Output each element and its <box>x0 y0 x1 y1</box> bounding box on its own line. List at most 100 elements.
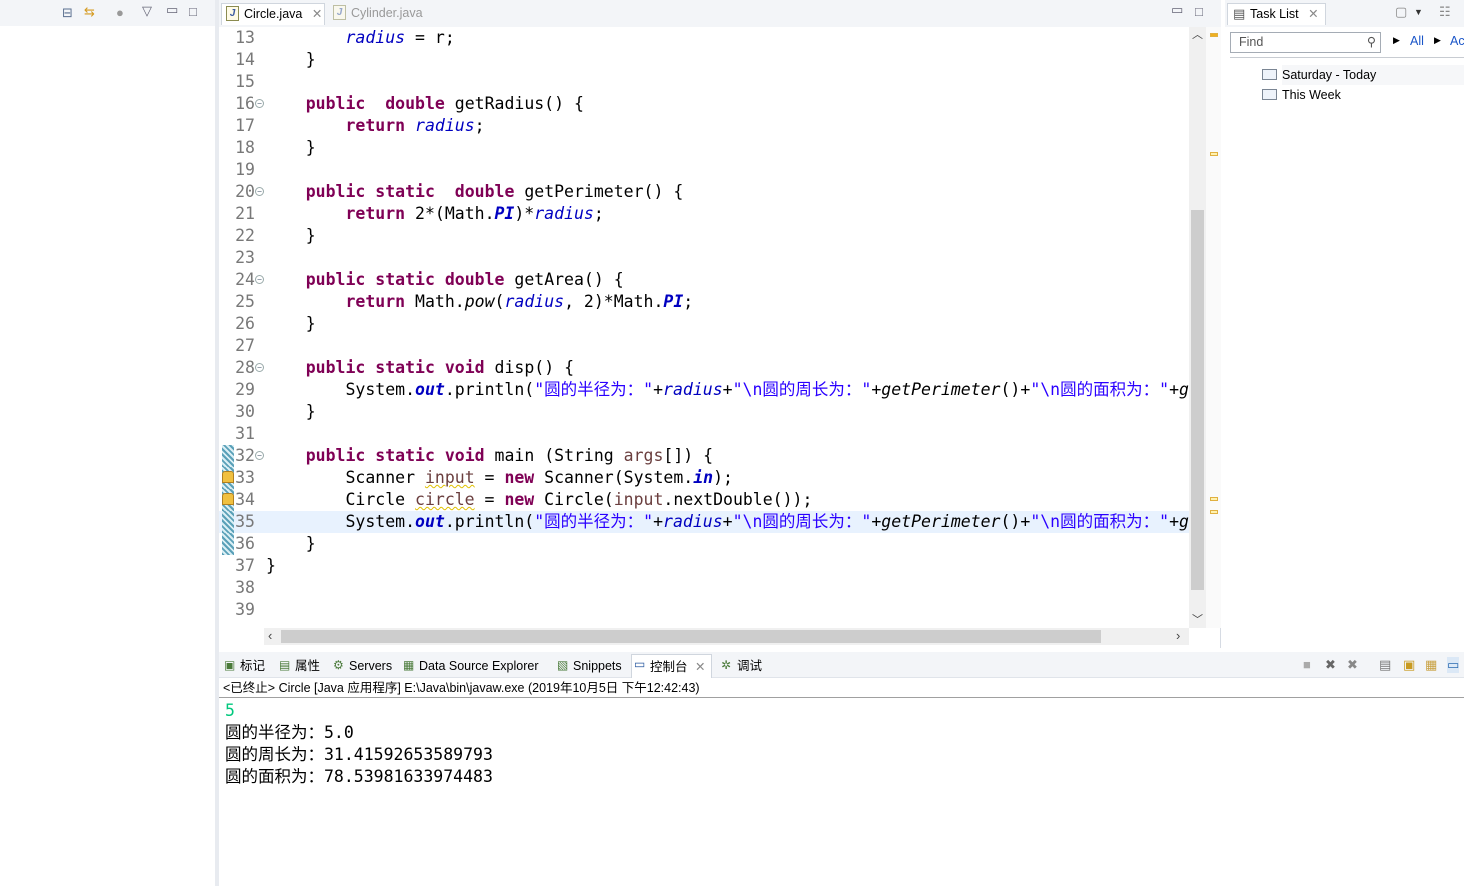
task-group-today[interactable]: Saturday - Today <box>1262 65 1464 85</box>
filter-icon[interactable]: ● <box>116 5 124 21</box>
expand-icon: ▶ <box>1393 35 1400 45</box>
code-text: Scanner input = new Scanner(System.in); <box>266 467 732 489</box>
code-line[interactable]: 20− public static double getPerimeter() … <box>219 181 1189 203</box>
task-list-pane: ▤ Task List ✕ ▢ ▼ ☷ Find ⚲ ▶ All ▶ Ac Sa… <box>1225 0 1464 648</box>
fold-toggle-icon[interactable]: − <box>255 363 264 372</box>
code-line[interactable]: 17 return radius; <box>219 115 1189 137</box>
tab-servers[interactable]: ⚙ Servers <box>331 656 392 676</box>
link-with-editor-icon[interactable]: ⇆ <box>84 4 95 20</box>
occurrence-marker[interactable] <box>1210 152 1218 156</box>
tab-markers[interactable]: ▣ 标记 <box>222 656 265 676</box>
close-icon[interactable]: ✕ <box>1308 7 1318 21</box>
remove-all-terminated-icon[interactable]: ✖ <box>1347 657 1358 673</box>
fold-toggle-icon[interactable]: − <box>255 275 264 284</box>
code-line[interactable]: 32− public static void main (String args… <box>219 445 1189 467</box>
collapse-all-icon[interactable]: ⊟ <box>62 5 73 21</box>
vertical-scroll-thumb[interactable] <box>1191 210 1204 590</box>
tab-debug[interactable]: ✲ 调试 <box>719 656 762 676</box>
code-line[interactable]: 33 Scanner input = new Scanner(System.in… <box>219 467 1189 489</box>
line-number: 17 <box>235 116 255 135</box>
code-line[interactable]: 34 Circle circle = new Circle(input.next… <box>219 489 1189 511</box>
code-line[interactable]: 29 System.out.println("圆的半径为："+radius+"\… <box>219 379 1189 401</box>
horizontal-scroll-thumb[interactable] <box>281 630 1101 643</box>
minimize-icon[interactable]: ▭ <box>166 2 178 18</box>
fold-toggle-icon[interactable]: − <box>255 187 264 196</box>
word-wrap-icon[interactable]: ▦ <box>1425 657 1437 673</box>
code-line[interactable]: 26 } <box>219 313 1189 335</box>
dropdown-icon[interactable]: ▼ <box>1414 4 1423 20</box>
code-line[interactable]: 30 } <box>219 401 1189 423</box>
code-line[interactable]: 31 <box>219 423 1189 445</box>
fold-toggle-icon[interactable]: − <box>255 99 264 108</box>
code-line[interactable]: 28− public static void disp() { <box>219 357 1189 379</box>
code-token: + <box>1169 512 1179 531</box>
clear-console-icon[interactable]: ▤ <box>1379 657 1391 673</box>
code-line[interactable]: 21 return 2*(Math.PI)*radius; <box>219 203 1189 225</box>
code-token: + <box>653 380 664 399</box>
task-find-input[interactable]: Find ⚲ <box>1230 32 1381 53</box>
tab-snippets[interactable]: ▧ Snippets <box>555 656 622 676</box>
code-text: public static double getArea() { <box>266 269 624 291</box>
code-line[interactable]: 39 <box>219 599 1189 621</box>
code-line[interactable]: 35 System.out.println("圆的半径为："+radius+"\… <box>219 511 1189 533</box>
tab-console[interactable]: ▭ 控制台 ✕ <box>631 654 713 678</box>
view-menu-icon[interactable]: ▽ <box>142 3 152 19</box>
code-text: Circle circle = new Circle(input.nextDou… <box>266 489 812 511</box>
fold-toggle-icon[interactable]: − <box>255 451 264 460</box>
code-line[interactable]: 37} <box>219 555 1189 577</box>
tab-label: Circle.java <box>244 7 303 21</box>
scroll-up-icon[interactable]: ︿ <box>1192 27 1203 43</box>
code-token: pow <box>464 292 495 311</box>
code-line[interactable]: 36 } <box>219 533 1189 555</box>
maximize-icon[interactable]: □ <box>1195 4 1203 20</box>
scroll-right-icon[interactable]: › <box>1176 628 1180 644</box>
overview-ruler <box>1206 27 1221 628</box>
close-icon[interactable]: ✕ <box>312 7 322 21</box>
tab-data-source[interactable]: ▦ Data Source Explorer <box>401 656 539 676</box>
scroll-down-icon[interactable]: ﹀ <box>1192 612 1203 628</box>
code-line[interactable]: 24− public static double getArea() { <box>219 269 1189 291</box>
warning-marker[interactable] <box>1210 33 1218 37</box>
line-number: 26 <box>235 314 255 333</box>
code-token: Math. <box>405 292 465 311</box>
code-token: radius <box>663 380 723 399</box>
new-task-icon[interactable]: ▢ <box>1395 4 1407 20</box>
tab-properties[interactable]: ▤ 属性 <box>277 656 320 676</box>
warning-marker[interactable] <box>1210 497 1218 501</box>
code-token: PI <box>663 292 684 311</box>
scroll-lock-icon[interactable]: ▣ <box>1403 657 1415 673</box>
code-line[interactable]: 19 <box>219 159 1189 181</box>
code-line[interactable]: 38 <box>219 577 1189 599</box>
code-token: disp() { <box>484 358 574 377</box>
code-line[interactable]: 13 radius = r; <box>219 27 1189 49</box>
code-line[interactable]: 22 } <box>219 225 1189 247</box>
scroll-left-icon[interactable]: ‹ <box>268 628 272 644</box>
terminate-icon[interactable]: ■ <box>1303 657 1311 673</box>
code-line[interactable]: 15 <box>219 71 1189 93</box>
code-line[interactable]: 18 } <box>219 137 1189 159</box>
close-icon[interactable]: ✕ <box>692 660 705 674</box>
task-group-this-week[interactable]: This Week <box>1262 85 1464 105</box>
code-line[interactable]: 16− public double getRadius() { <box>219 93 1189 115</box>
java-file-icon: J <box>333 5 346 20</box>
tab-task-list[interactable]: ▤ Task List ✕ <box>1227 3 1326 25</box>
code-token: + <box>1169 380 1179 399</box>
maximize-icon[interactable]: □ <box>189 4 197 20</box>
search-icon[interactable]: ⚲ <box>1367 33 1376 52</box>
warning-marker[interactable] <box>1210 510 1218 514</box>
code-area[interactable]: 13 radius = r; 14 } 15 16− public double ge… <box>219 27 1189 628</box>
divider <box>1230 57 1464 58</box>
filter-activate-link[interactable]: Ac <box>1450 34 1464 48</box>
remove-launch-icon[interactable]: ✖ <box>1325 657 1336 673</box>
minimize-icon[interactable]: ▭ <box>1171 2 1183 18</box>
categorized-icon[interactable]: ☷ <box>1439 4 1451 20</box>
code-line[interactable]: 23 <box>219 247 1189 269</box>
code-line[interactable]: 14 } <box>219 49 1189 71</box>
display-console-icon[interactable]: ▭ <box>1447 657 1460 673</box>
code-line[interactable]: 27 <box>219 335 1189 357</box>
line-number: 31 <box>235 424 255 443</box>
tab-cylinder-java[interactable]: J Cylinder.java <box>329 3 423 25</box>
code-line[interactable]: 25 return Math.pow(radius, 2)*Math.PI; <box>219 291 1189 313</box>
filter-all-link[interactable]: All <box>1410 34 1424 48</box>
tab-circle-java[interactable]: J Circle.java ✕ <box>221 3 325 25</box>
